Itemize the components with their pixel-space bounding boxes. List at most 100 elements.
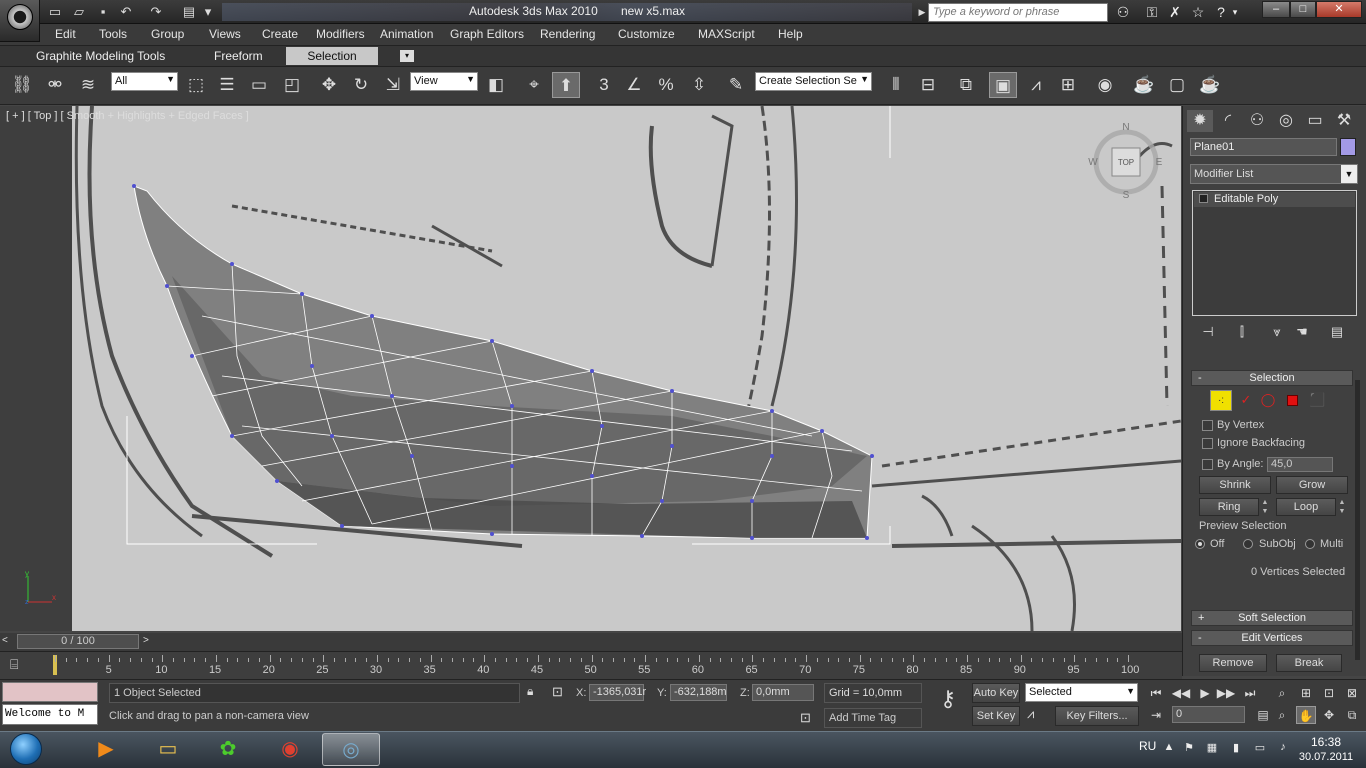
percent-snap-icon[interactable]: % — [652, 72, 680, 98]
modify-tab-icon[interactable]: ◜ — [1215, 110, 1241, 132]
tray-volume-icon[interactable]: ♪ — [1276, 741, 1290, 755]
time-slider-next-icon[interactable]: > — [143, 635, 155, 649]
unlink-icon[interactable]: ⚮ — [41, 72, 69, 98]
tab-graphite-modeling-tools[interactable]: Graphite Modeling Tools — [30, 47, 171, 65]
configure-modifier-sets-icon[interactable]: ▤ — [1326, 324, 1348, 342]
viewcube[interactable]: TOP N S E W — [1088, 122, 1162, 201]
motion-tab-icon[interactable]: ◎ — [1273, 110, 1299, 132]
pivot-point-center-icon[interactable]: ◧ — [482, 72, 510, 98]
object-name-field[interactable]: Plane01 — [1190, 138, 1337, 156]
tray-expand-icon[interactable]: ▲ — [1162, 741, 1176, 755]
tray-network-icon[interactable]: ▮ — [1229, 741, 1243, 755]
rectangular-selection-icon[interactable]: ▭ — [245, 72, 273, 98]
ignore-backfacing-checkbox[interactable] — [1202, 438, 1213, 449]
menu-edit[interactable]: Edit — [55, 27, 76, 41]
media-player-icon[interactable]: ▶ — [77, 733, 135, 766]
menu-animation[interactable]: Animation — [380, 27, 433, 41]
menu-views[interactable]: Views — [209, 27, 241, 41]
search-input[interactable]: Type a keyword or phrase — [928, 3, 1108, 22]
tray-battery-icon[interactable]: ▭ — [1253, 741, 1267, 755]
ring-spinner-icon[interactable]: ▲ ▼ — [1260, 498, 1270, 516]
zoom-icon[interactable]: ⌕ — [1272, 684, 1292, 702]
remove-button[interactable]: Remove — [1199, 654, 1267, 672]
by-vertex-checkbox[interactable] — [1202, 420, 1213, 431]
z-coord-field[interactable]: 0,0mm — [752, 684, 814, 701]
select-and-rotate-icon[interactable]: ↻ — [347, 72, 375, 98]
angle-snap-icon[interactable]: ∠ — [620, 72, 648, 98]
close-button[interactable]: ✕ — [1316, 1, 1362, 18]
element-mode-icon[interactable]: ⬛ — [1309, 392, 1325, 408]
subscription-icon[interactable]: ⚿ — [1142, 3, 1162, 21]
clock-time[interactable]: 16:38 — [1296, 735, 1356, 749]
object-color-swatch[interactable] — [1340, 138, 1356, 156]
menu-modifiers[interactable]: Modifiers — [316, 27, 365, 41]
angle-spinner[interactable]: 45,0 — [1267, 457, 1333, 472]
time-tag-icon[interactable]: ⊡ — [800, 710, 818, 728]
go-to-start-icon[interactable]: ⏮ — [1146, 684, 1166, 702]
top-viewport[interactable]: TOP N S E W — [72, 106, 1181, 631]
key-selection-dropdown[interactable]: Selected ▼ — [1025, 683, 1138, 702]
current-frame-field[interactable]: 0 — [1172, 706, 1245, 723]
chrome-icon[interactable]: ◉ — [261, 733, 319, 766]
schematic-view-icon[interactable]: ⊞ — [1054, 72, 1082, 98]
set-key-mode-icon[interactable]: ⚷ — [930, 686, 966, 722]
preview-subobj-radio[interactable] — [1243, 539, 1253, 549]
border-mode-icon[interactable]: ◯ — [1260, 392, 1276, 408]
remove-modifier-icon[interactable]: ☚ — [1291, 324, 1313, 342]
break-button[interactable]: Break — [1276, 654, 1342, 672]
select-and-move-icon[interactable]: ✥ — [315, 72, 343, 98]
new-file-icon[interactable]: ▭ — [46, 3, 64, 21]
select-and-manipulate-icon[interactable]: ⌖ — [520, 72, 548, 98]
curve-editor-icon[interactable]: ⩘ — [1022, 72, 1050, 98]
grow-button[interactable]: Grow — [1276, 476, 1348, 494]
language-indicator[interactable]: RU — [1139, 739, 1156, 753]
select-by-name-icon[interactable]: ☰ — [213, 72, 241, 98]
binoculars-icon[interactable]: ⚇ — [1113, 3, 1133, 21]
menu-rendering[interactable]: Rendering — [540, 27, 595, 41]
select-and-scale-icon[interactable]: ⇲ — [379, 72, 407, 98]
time-slider-handle[interactable]: 0 / 100 — [17, 634, 139, 649]
undo-icon[interactable]: ↶ — [117, 3, 135, 21]
save-file-icon[interactable]: ▪ — [94, 3, 112, 21]
go-to-end-icon[interactable]: ⏭ — [1240, 684, 1260, 702]
maxscript-listener-output[interactable]: Welcome to M — [2, 704, 98, 725]
next-frame-icon[interactable]: ▶▶ — [1216, 684, 1236, 702]
keyboard-shortcut-override-icon[interactable]: ⬆ — [552, 72, 580, 98]
select-and-link-icon[interactable]: ⛓ — [8, 72, 36, 98]
render-production-icon[interactable]: ☕ — [1196, 72, 1224, 98]
loop-spinner-icon[interactable]: ▲ ▼ — [1337, 498, 1347, 516]
preview-off-radio[interactable] — [1195, 539, 1205, 549]
edge-mode-icon[interactable]: ✓ — [1238, 392, 1254, 408]
key-mode-toggle-icon[interactable]: ⇥ — [1146, 706, 1166, 724]
y-coord-field[interactable]: -632,188m — [670, 684, 727, 701]
maximize-button[interactable]: □ — [1290, 1, 1316, 18]
by-angle-checkbox[interactable] — [1202, 459, 1213, 470]
previous-frame-icon[interactable]: ◀◀ — [1171, 684, 1191, 702]
selection-filter-dropdown[interactable]: All ▼ — [111, 72, 178, 91]
loop-button[interactable]: Loop — [1276, 498, 1336, 516]
zoom-extents-icon[interactable]: ⊡ — [1319, 684, 1339, 702]
zoom-region-icon[interactable]: ⌕ — [1272, 706, 1292, 724]
menu-graph-editors[interactable]: Graph Editors — [450, 27, 524, 41]
lock-selection-icon[interactable]: 🔒︎ — [527, 684, 541, 700]
soft-selection-rollout-header[interactable]: + Soft Selection — [1191, 610, 1353, 626]
reference-coordinate-dropdown[interactable]: View ▼ — [410, 72, 478, 91]
modifier-list-dropdown[interactable]: Modifier List ▼ — [1190, 164, 1358, 184]
x-coord-field[interactable]: -1365,031r — [589, 684, 646, 701]
edit-named-selections-icon[interactable]: ✎ — [722, 72, 750, 98]
menu-create[interactable]: Create — [262, 27, 298, 41]
window-crossing-icon[interactable]: ◰ — [278, 72, 306, 98]
hierarchy-tab-icon[interactable]: ⚇ — [1244, 110, 1270, 132]
3dsmax-taskbar-icon[interactable]: ◎ — [322, 733, 380, 766]
utilities-tab-icon[interactable]: ⚒ — [1331, 110, 1357, 132]
open-file-icon[interactable]: ▱ — [70, 3, 88, 21]
project-folder-icon[interactable]: ▤ — [180, 3, 198, 21]
clock-date[interactable]: 30.07.2011 — [1296, 751, 1356, 763]
snaps-toggle-icon[interactable]: 3 — [590, 72, 618, 98]
zoom-all-icon[interactable]: ⊞ — [1296, 684, 1316, 702]
preview-multi-radio[interactable] — [1305, 539, 1315, 549]
modifier-stack[interactable] — [1192, 190, 1357, 316]
orbit-icon[interactable]: ✥ — [1319, 706, 1339, 724]
bind-space-warp-icon[interactable]: ≋ — [74, 72, 102, 98]
time-slider-prev-icon[interactable]: < — [2, 635, 14, 649]
